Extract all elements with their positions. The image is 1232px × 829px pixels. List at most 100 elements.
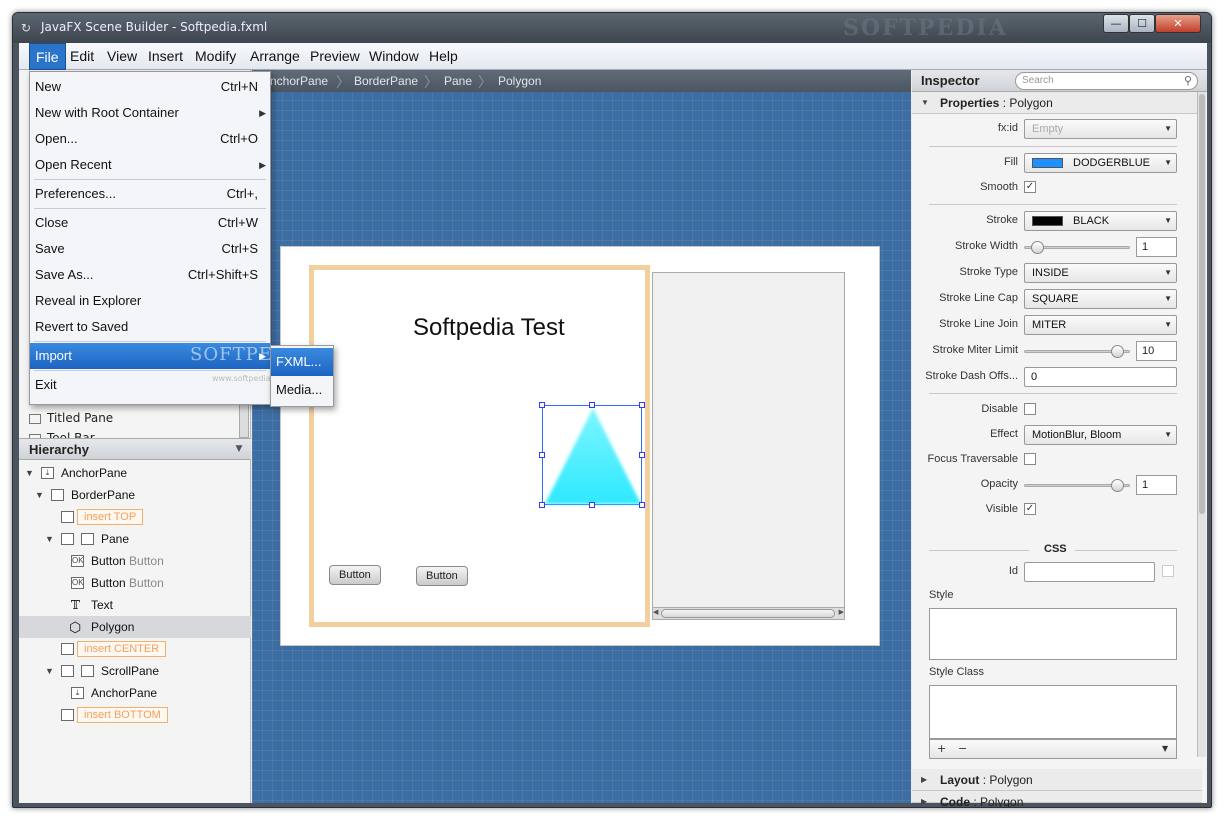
slider-knob[interactable] xyxy=(1111,345,1124,358)
resize-handle[interactable] xyxy=(639,452,645,458)
menu-item-reveal-in-explorer[interactable]: Reveal in Explorer xyxy=(30,288,270,314)
tree-node-button[interactable]: OK Button Button xyxy=(19,572,251,594)
menu-preview[interactable]: Preview xyxy=(304,43,366,70)
expand-arrow-icon[interactable]: ▼ xyxy=(35,484,45,506)
stroke-line-cap-select[interactable]: SQUARE ▼ xyxy=(1024,289,1177,309)
breadcrumb-item[interactable]: AnchorPane xyxy=(262,74,328,88)
expand-arrow-icon[interactable]: ▼ xyxy=(25,462,35,484)
menu-item-new-with-root[interactable]: New with Root Container ▶ xyxy=(30,100,270,126)
stroke-type-select[interactable]: INSIDE ▼ xyxy=(1024,263,1177,283)
id-checkbox[interactable] xyxy=(1162,565,1174,577)
stroke-miter-input[interactable]: 10 xyxy=(1136,341,1177,361)
menu-item-preferences[interactable]: Preferences... Ctrl+, xyxy=(30,181,270,207)
resize-handle[interactable] xyxy=(539,402,545,408)
stroke-width-input[interactable]: 1 xyxy=(1136,237,1177,257)
layout-section-header[interactable]: ▶ Layout : Polygon xyxy=(912,769,1202,791)
style-textarea[interactable] xyxy=(929,608,1177,660)
horizontal-scrollbar[interactable]: ◀ ▶ xyxy=(653,607,844,619)
focus-traversable-checkbox[interactable] xyxy=(1024,453,1036,465)
menu-item-import-media[interactable]: Media... xyxy=(271,376,333,404)
stroke-width-slider[interactable] xyxy=(1024,241,1130,254)
resize-handle[interactable] xyxy=(639,502,645,508)
search-input[interactable]: Search ⚲ xyxy=(1015,72,1198,90)
dropdown-arrow-icon[interactable]: ▼ xyxy=(1162,744,1168,753)
opacity-slider[interactable] xyxy=(1024,479,1130,492)
resize-handle[interactable] xyxy=(589,402,595,408)
menu-item-save[interactable]: Save Ctrl+S xyxy=(30,236,270,262)
tree-node-insert-center[interactable]: insert CENTER xyxy=(19,638,251,660)
slider-knob[interactable] xyxy=(1111,479,1124,492)
content-canvas[interactable]: AnchorPane 〉 BorderPane 〉 Pane 〉 Polygon… xyxy=(252,70,911,803)
canvas-button-1[interactable]: Button xyxy=(329,565,381,585)
expand-arrow-icon[interactable]: ▼ xyxy=(45,660,55,682)
menu-file[interactable]: File xyxy=(29,43,66,70)
menu-item-open[interactable]: Open... Ctrl+O xyxy=(30,126,270,152)
chevron-down-icon[interactable]: ▼ xyxy=(231,441,247,457)
arrow-right-icon[interactable]: ▶ xyxy=(839,608,844,616)
menu-item-open-recent[interactable]: Open Recent ▶ xyxy=(30,152,270,178)
stroke-picker[interactable]: BLACK ▼ xyxy=(1024,211,1177,231)
remove-style-class-button[interactable]: − xyxy=(958,742,967,755)
tree-node-button[interactable]: OK Button Button xyxy=(19,550,251,572)
inspector-scrollbar[interactable] xyxy=(1197,92,1206,757)
scroll-pane[interactable]: ◀ ▶ xyxy=(652,272,845,620)
smooth-checkbox[interactable]: ✓ xyxy=(1024,181,1036,193)
style-class-list[interactable] xyxy=(929,685,1177,739)
id-input[interactable] xyxy=(1024,562,1155,582)
slider-knob[interactable] xyxy=(1031,241,1044,254)
disable-checkbox[interactable] xyxy=(1024,403,1036,415)
fxid-combo[interactable]: Empty ▼ xyxy=(1024,119,1177,139)
maximize-button[interactable]: ☐ xyxy=(1129,14,1155,33)
breadcrumb-item[interactable]: Pane xyxy=(444,74,472,88)
properties-section-header[interactable]: ▼ Properties : Polygon xyxy=(912,92,1202,114)
visible-checkbox[interactable]: ✓ xyxy=(1024,503,1036,515)
tree-node-insert-bottom[interactable]: insert BOTTOM xyxy=(19,704,251,726)
menu-edit[interactable]: Edit xyxy=(64,43,100,70)
tree-node-anchorpane[interactable]: ▼ ⤓ AnchorPane xyxy=(19,462,251,484)
menu-insert[interactable]: Insert xyxy=(142,43,189,70)
scrollbar-thumb[interactable] xyxy=(661,609,835,618)
add-style-class-button[interactable]: + xyxy=(937,742,946,755)
tree-node-anchorpane-child[interactable]: ⤓ AnchorPane xyxy=(19,682,251,704)
polygon-selection[interactable] xyxy=(539,402,645,508)
menu-item-import-fxml[interactable]: FXML... xyxy=(271,348,333,376)
stroke-line-join-select[interactable]: MITER ▼ xyxy=(1024,315,1177,335)
menu-modify[interactable]: Modify xyxy=(189,43,242,70)
resize-handle[interactable] xyxy=(639,402,645,408)
resize-handle[interactable] xyxy=(589,502,595,508)
opacity-input[interactable]: 1 xyxy=(1136,475,1177,495)
tree-node-scrollpane[interactable]: ▼ ScrollPane xyxy=(19,660,251,682)
menu-arrange[interactable]: Arrange xyxy=(244,43,306,70)
effect-select[interactable]: MotionBlur, Bloom ▼ xyxy=(1024,425,1177,445)
canvas-text[interactable]: Softpedia Test xyxy=(413,314,565,342)
expand-arrow-icon[interactable]: ▼ xyxy=(45,528,55,550)
menu-item-exit[interactable]: Exit xyxy=(30,372,270,398)
stroke-dash-offset-input[interactable]: 0 xyxy=(1024,367,1177,387)
polygon-shape[interactable] xyxy=(543,406,643,506)
menu-view[interactable]: View xyxy=(101,43,143,70)
resize-handle[interactable] xyxy=(539,502,545,508)
design-stage[interactable]: Softpedia Test Button Button ◀ ▶ xyxy=(280,246,880,646)
close-button[interactable]: ✕ xyxy=(1155,14,1201,33)
menu-item-new[interactable]: New Ctrl+N xyxy=(30,74,270,100)
menu-item-close[interactable]: Close Ctrl+W xyxy=(30,210,270,236)
code-section-header[interactable]: ▶ Code : Polygon xyxy=(912,791,1202,807)
arrow-left-icon[interactable]: ◀ xyxy=(653,608,658,616)
pane-container[interactable]: Softpedia Test Button Button xyxy=(309,265,650,627)
tree-node-polygon[interactable]: ⬡ Polygon xyxy=(19,616,251,638)
tree-node-insert-top[interactable]: insert TOP xyxy=(19,506,251,528)
stroke-miter-slider[interactable] xyxy=(1024,345,1130,358)
library-scrollbar[interactable] xyxy=(239,404,249,438)
menu-help[interactable]: Help xyxy=(423,43,464,70)
tree-node-text[interactable]: 𝕋 Text xyxy=(19,594,251,616)
resize-handle[interactable] xyxy=(539,452,545,458)
library-item-titled-pane[interactable]: Titled Pane xyxy=(29,408,113,428)
minimize-button[interactable]: — xyxy=(1103,14,1129,33)
fill-picker[interactable]: DODGERBLUE ▼ xyxy=(1024,153,1177,173)
canvas-button-2[interactable]: Button xyxy=(416,566,468,586)
menu-item-revert-to-saved[interactable]: Revert to Saved xyxy=(30,314,270,340)
scrollbar-thumb[interactable] xyxy=(1199,94,1205,514)
tree-node-pane[interactable]: ▼ Pane xyxy=(19,528,251,550)
breadcrumb-item[interactable]: BorderPane xyxy=(354,74,418,88)
menu-item-save-as[interactable]: Save As... Ctrl+Shift+S xyxy=(30,262,270,288)
